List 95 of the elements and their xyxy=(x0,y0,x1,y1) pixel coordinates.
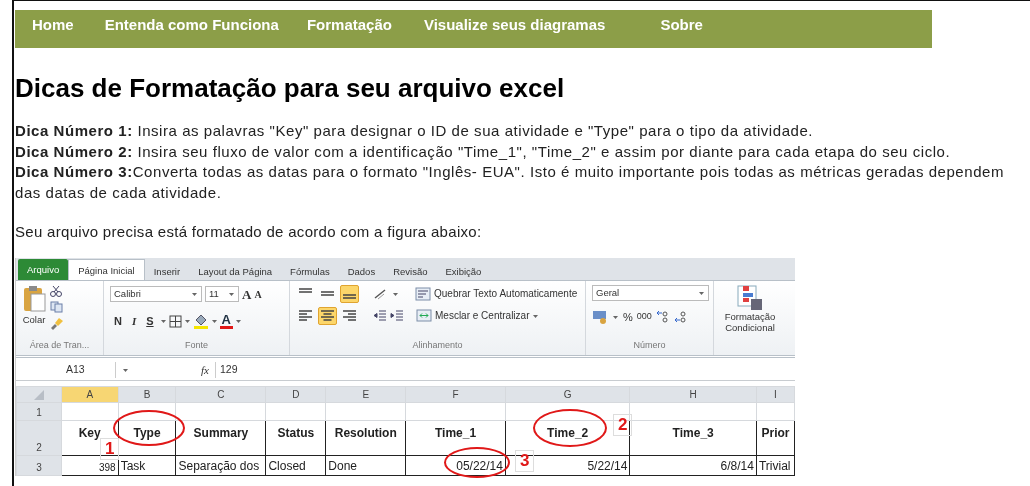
caret-icon xyxy=(159,318,167,325)
nav-link[interactable]: Sobre xyxy=(660,14,703,48)
shrink-font-letter: A xyxy=(254,287,262,302)
increase-indent-icon xyxy=(390,309,404,322)
merge-icon xyxy=(416,309,432,322)
header-cell: Time_3 xyxy=(629,420,757,455)
bold-label: N xyxy=(113,314,123,329)
underline-label: S xyxy=(145,314,155,329)
align-bottom-icon xyxy=(343,293,356,299)
table-cell: 05/22/14 xyxy=(405,455,506,475)
copy-icon xyxy=(50,300,64,313)
wrap-text-label: Quebrar Texto Automaticamente xyxy=(434,287,578,301)
name-box: A13 xyxy=(16,362,116,378)
nav-link[interactable]: Home xyxy=(32,14,74,48)
header-cell: Time_1 xyxy=(405,420,506,455)
group-label: Alinhamento xyxy=(411,339,464,352)
tab-label: Inserir xyxy=(152,264,182,279)
increase-decimal-icon xyxy=(655,310,670,324)
group-label: Número xyxy=(632,339,667,352)
currency-icon xyxy=(592,309,608,324)
caret-icon xyxy=(392,290,399,297)
tip-text: Dica Número 1: Insira as palavras "Key" para designar o ID de sua atividade e "Type" para o tipo da atividade. xyxy=(15,121,815,141)
font-name-field: Calibri xyxy=(110,286,202,303)
percent-label: % xyxy=(623,309,633,325)
highlight-circle xyxy=(444,446,510,478)
group-label: Fonte xyxy=(184,339,209,352)
tab-label: Fórmulas xyxy=(289,264,331,279)
function-label: fx xyxy=(201,362,209,378)
header-cell: Type xyxy=(118,420,176,455)
row-number: 3 xyxy=(16,455,62,475)
annotation-number: 1 xyxy=(100,437,120,460)
column-header: I xyxy=(756,386,795,402)
table-cell: Done xyxy=(325,455,406,475)
header-cell: Resolution xyxy=(325,420,406,455)
clipboard-icon xyxy=(22,284,46,313)
column-header: C xyxy=(175,386,266,402)
tab-label: Layout da Página xyxy=(197,264,274,279)
note-text: Seu arquivo precisa está formatado de acordo com a figura abaixo: xyxy=(15,222,483,242)
table-cell: 6/8/14 xyxy=(629,455,757,475)
tab-label: Exibição xyxy=(444,264,483,279)
tip-text: Dica Número 2: Insira seu fluxo de valor com a identificação "Time_1", "Time_2" e assim por diante para cada etapa do seu ciclo. xyxy=(15,141,952,162)
header-cell: Status xyxy=(265,420,326,455)
conditional-format-icon xyxy=(737,284,763,311)
column-header: G xyxy=(505,386,630,402)
nav-link[interactable]: Formatação xyxy=(306,14,392,48)
tab-label: Revisão xyxy=(392,264,429,279)
nav-link[interactable]: Entenda como Funciona xyxy=(104,14,279,48)
number-format-field: Geral xyxy=(592,284,709,301)
caret-icon xyxy=(228,291,235,298)
decrease-decimal-icon xyxy=(673,310,688,324)
caret-icon xyxy=(122,367,129,373)
nav-link[interactable]: Visualize seus diagramas xyxy=(423,14,606,48)
borders-icon xyxy=(168,314,182,328)
scissors-icon xyxy=(50,284,62,297)
column-header: B xyxy=(118,386,176,402)
column-header: H xyxy=(629,386,757,402)
column-header: A xyxy=(61,386,119,402)
annotation-number: 2 xyxy=(613,413,633,436)
fill-color-icon xyxy=(192,313,209,329)
caret-icon xyxy=(532,312,540,319)
caret-icon xyxy=(234,318,242,325)
merge-label: Mesclar e Centralizar xyxy=(435,309,530,323)
header-cell: Prior xyxy=(756,420,795,455)
align-center-icon xyxy=(321,310,334,321)
conditional-format-label: Formatação Condicional xyxy=(723,310,777,333)
grow-font-letter: A xyxy=(242,285,252,304)
highlight-circle xyxy=(113,409,185,446)
caret-icon xyxy=(191,291,198,298)
column-header: E xyxy=(325,386,406,402)
select-all-icon xyxy=(33,389,44,400)
thousands-label: 000 xyxy=(636,310,652,323)
font-size-field: 11 xyxy=(205,286,239,303)
italic-label: I xyxy=(130,314,138,329)
header-cell: Summary xyxy=(175,420,266,455)
table-cell: Trivial xyxy=(756,455,795,475)
paste-label: Colar xyxy=(22,312,46,327)
column-header: D xyxy=(265,386,326,402)
caret-icon xyxy=(612,313,619,320)
table-cell: Closed xyxy=(265,455,326,475)
annotation-number: 3 xyxy=(515,449,535,472)
column-header: F xyxy=(405,386,506,402)
tab-label: Dados xyxy=(346,264,377,279)
tip-text: Dica Número 3:Converta todas as datas para o formato "Inglês- EUA". Isto é muito importante pois todas as métricas geradas dependem das datas de cada atividade. xyxy=(15,162,1005,203)
page-heading: Dicas de Formatação para seu arquivo excel xyxy=(15,73,566,103)
row-number: 2 xyxy=(16,420,62,455)
table-cell: Separação dos xyxy=(175,455,266,475)
decrease-indent-icon xyxy=(373,309,387,322)
caret-icon xyxy=(210,318,218,325)
brush-icon xyxy=(50,316,64,331)
caret-icon xyxy=(698,289,705,296)
table-cell: Task xyxy=(118,455,176,475)
group-label: Área de Tran... xyxy=(28,339,91,352)
wrap-text-icon xyxy=(415,286,431,301)
formula-field: 129 xyxy=(214,362,795,378)
caret-icon xyxy=(183,318,191,325)
